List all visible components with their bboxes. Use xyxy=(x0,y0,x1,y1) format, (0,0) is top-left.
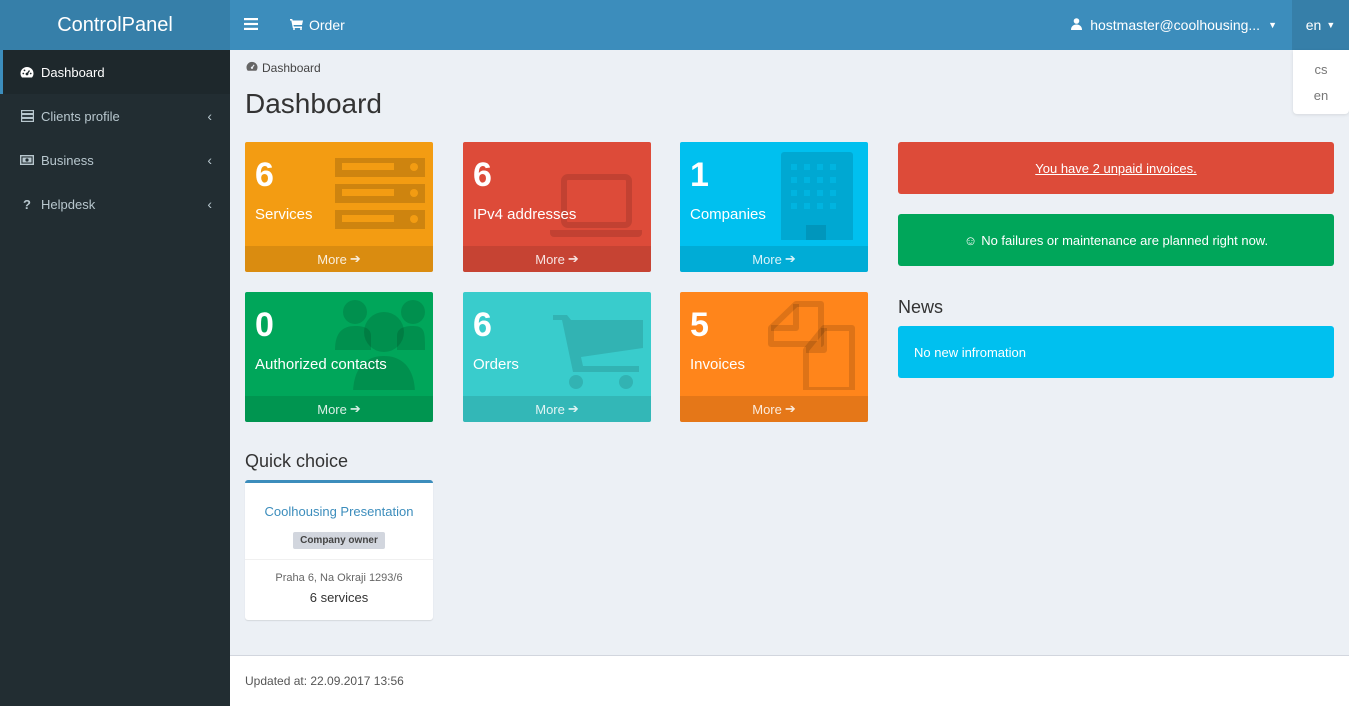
arrow-circle-right-icon: ➔ xyxy=(784,251,796,266)
breadcrumb: Dashboard xyxy=(246,61,321,75)
tile-invoices: 5 Invoices More ➔ xyxy=(680,292,868,422)
tile-label: IPv4 addresses xyxy=(473,206,577,223)
server-list-icon xyxy=(20,109,34,123)
company-name-link[interactable]: Coolhousing Presentation xyxy=(265,504,414,519)
caret-down-icon: ▼ xyxy=(1268,20,1277,30)
sidebar-item-dashboard[interactable]: Dashboard xyxy=(0,50,230,94)
services-count: 6 services xyxy=(309,590,369,605)
tile-label: Orders xyxy=(473,356,519,373)
tile-value: 5 xyxy=(690,306,709,344)
tile-services: 6 Services More ➔ xyxy=(245,142,433,272)
user-email: hostmaster@coolhousing... xyxy=(1090,17,1261,33)
cart-icon xyxy=(290,17,303,33)
sidebar-item-business[interactable]: Business ‹ xyxy=(0,138,230,182)
order-link[interactable]: Order xyxy=(290,0,345,50)
footer: Updated at: 22.09.2017 13:56 xyxy=(230,655,1349,706)
sidebar-item-label: Clients profile xyxy=(41,108,120,124)
language-dropdown[interactable]: en ▼ xyxy=(1292,0,1349,50)
main-content: Dashboard Dashboard 6 Services More ➔ 6 I… xyxy=(230,50,1349,655)
arrow-circle-right-icon: ➔ xyxy=(567,251,579,266)
tile-label: Authorized contacts xyxy=(255,356,387,373)
news-message: No new infromation xyxy=(914,344,1026,360)
quick-choice-heading: Quick choice xyxy=(245,451,349,471)
tile-value: 0 xyxy=(255,306,274,344)
updated-at: Updated at: 22.09.2017 13:56 xyxy=(245,674,404,688)
caret-down-icon: ▼ xyxy=(1326,20,1336,30)
arrow-circle-right-icon: ➔ xyxy=(349,401,361,416)
building-icon xyxy=(781,152,853,240)
sidebar-item-label: Dashboard xyxy=(41,64,105,80)
tile-value: 6 xyxy=(473,306,492,344)
order-label: Order xyxy=(309,17,345,33)
unpaid-invoices-link[interactable]: You have 2 unpaid invoices. xyxy=(1035,161,1196,176)
company-address: Praha 6, Na Okraji 1293/6 xyxy=(275,572,403,584)
arrow-circle-right-icon: ➔ xyxy=(784,401,796,416)
dashboard-icon xyxy=(20,65,34,79)
server-icon xyxy=(335,158,425,229)
dashboard-icon xyxy=(246,61,258,75)
page-title: Dashboard xyxy=(245,88,382,119)
language-label: en xyxy=(1305,17,1322,33)
more-label: More xyxy=(317,251,347,267)
tile-authorized-contacts: 0 Authorized contacts More ➔ xyxy=(245,292,433,422)
user-icon xyxy=(1071,17,1083,33)
tile-label: Invoices xyxy=(690,356,746,373)
more-label: More xyxy=(752,251,782,267)
more-link[interactable]: More ➔ xyxy=(680,396,868,422)
tile-label: Companies xyxy=(690,206,766,223)
news-heading: News xyxy=(898,297,944,317)
tile-value: 6 xyxy=(473,156,492,194)
sidebar-item-label: Helpdesk xyxy=(41,196,96,212)
company-card: Coolhousing Presentation Company owner P… xyxy=(245,480,433,620)
arrow-circle-right-icon: ➔ xyxy=(349,251,361,266)
status-alert: ☺ No failures or maintenance are planned… xyxy=(898,214,1334,266)
arrow-circle-right-icon: ➔ xyxy=(567,401,579,416)
more-link[interactable]: More ➔ xyxy=(463,246,651,272)
chevron-left-icon: ‹ xyxy=(207,108,212,124)
copy-icon xyxy=(768,301,855,390)
user-menu[interactable]: hostmaster@coolhousing... ▼ xyxy=(1071,0,1277,50)
status-message: No failures or maintenance are planned r… xyxy=(981,232,1269,248)
sidebar-item-clients-profile[interactable]: Clients profile ‹ xyxy=(0,94,230,138)
top-navbar: Order hostmaster@coolhousing... ▼ en ▼ xyxy=(230,0,1349,50)
tile-orders: 6 Orders More ➔ xyxy=(463,292,651,422)
sidebar: ControlPanel Dashboard Clients profile ‹… xyxy=(0,0,230,706)
chevron-left-icon: ‹ xyxy=(207,196,212,212)
breadcrumb-item-dashboard[interactable]: Dashboard xyxy=(262,61,321,75)
more-label: More xyxy=(752,401,782,417)
more-label: More xyxy=(535,251,565,267)
smile-icon: ☺ xyxy=(963,232,978,248)
app-logo[interactable]: ControlPanel xyxy=(0,0,230,50)
tile-label: Services xyxy=(255,206,313,223)
tile-ipv4: 6 IPv4 addresses More ➔ xyxy=(463,142,651,272)
more-link[interactable]: More ➔ xyxy=(245,246,433,272)
more-label: More xyxy=(535,401,565,417)
tile-value: 6 xyxy=(255,156,274,194)
tile-companies: 1 Companies More ➔ xyxy=(680,142,868,272)
more-link[interactable]: More ➔ xyxy=(245,396,433,422)
laptop-icon xyxy=(550,174,642,237)
more-link[interactable]: More ➔ xyxy=(680,246,868,272)
unpaid-invoices-alert: You have 2 unpaid invoices. xyxy=(898,142,1334,194)
more-label: More xyxy=(317,401,347,417)
cart-icon xyxy=(553,315,643,389)
sidebar-item-label: Business xyxy=(41,152,94,168)
hamburger-icon xyxy=(244,17,258,33)
sidebar-toggle-button[interactable] xyxy=(244,0,258,50)
tile-value: 1 xyxy=(690,156,709,194)
money-icon xyxy=(20,153,34,167)
news-box: No new infromation xyxy=(898,326,1334,378)
sidebar-item-helpdesk[interactable]: ? Helpdesk ‹ xyxy=(0,182,230,226)
more-link[interactable]: More ➔ xyxy=(463,396,651,422)
role-badge: Company owner xyxy=(293,532,385,549)
users-icon xyxy=(335,300,425,390)
question-icon: ? xyxy=(23,196,31,212)
chevron-left-icon: ‹ xyxy=(207,152,212,168)
